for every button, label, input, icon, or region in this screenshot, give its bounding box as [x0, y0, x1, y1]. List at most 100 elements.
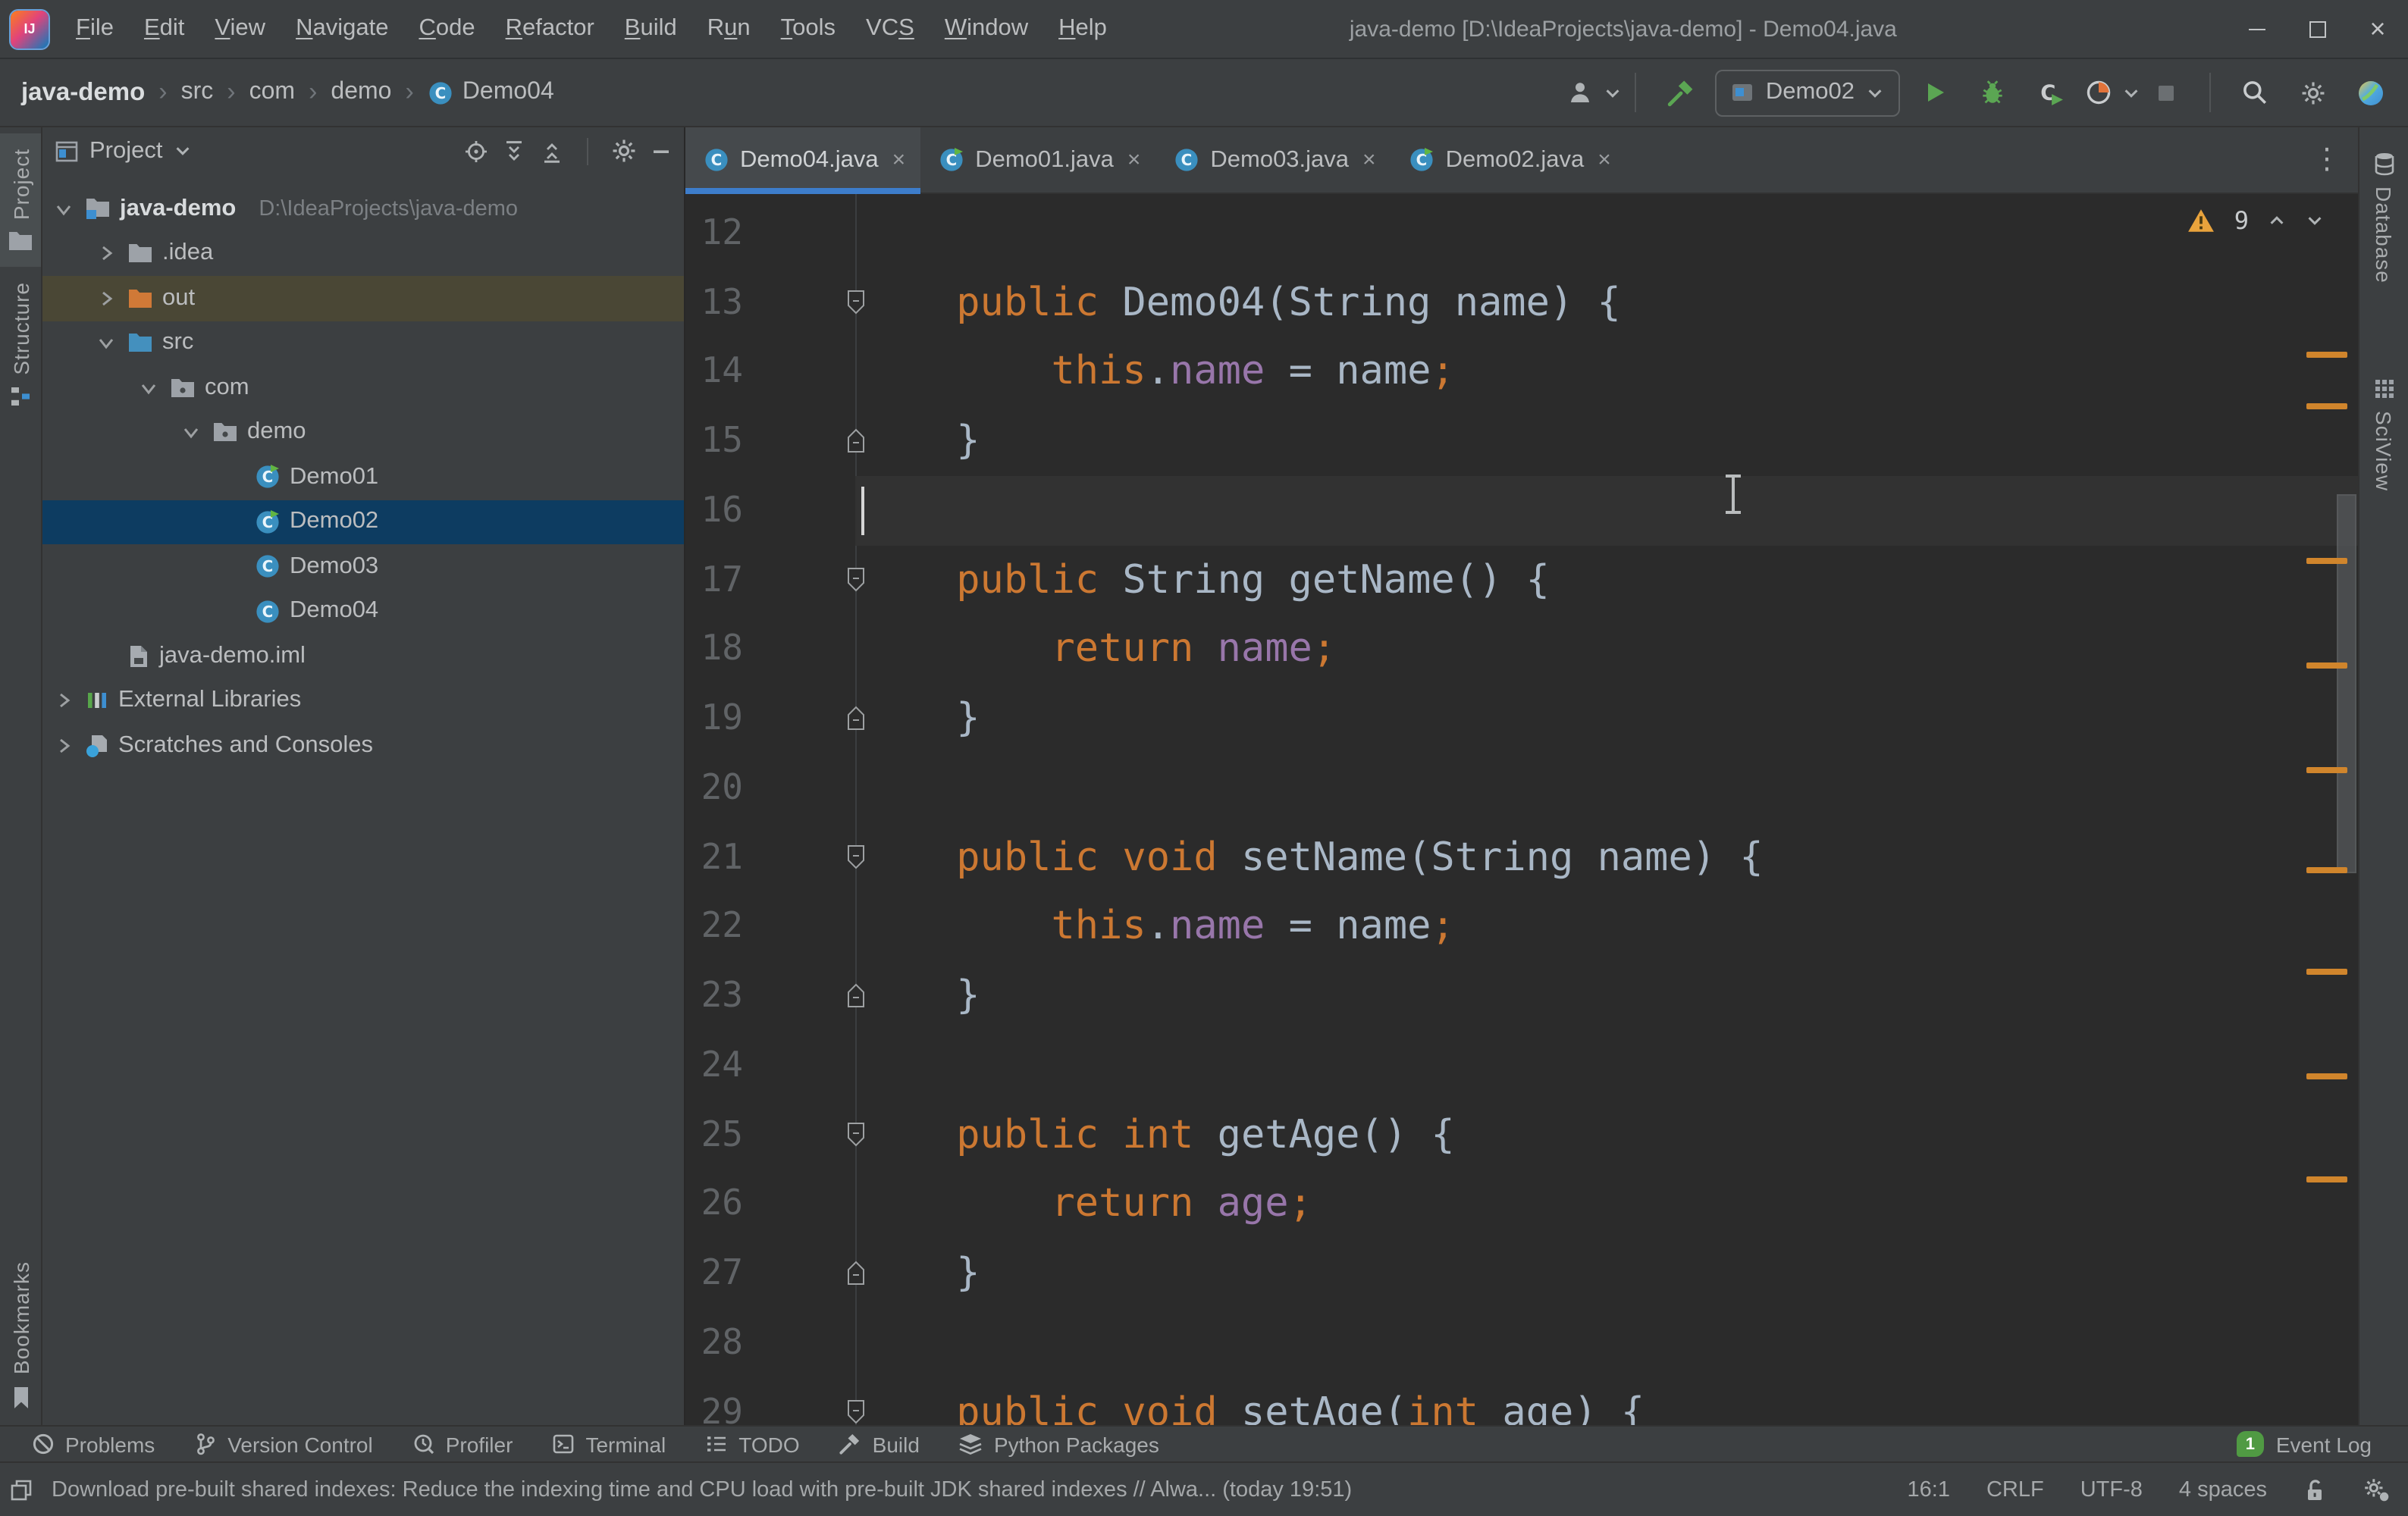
tree-item-demo[interactable]: demo [42, 410, 684, 455]
tree-item-demo04[interactable]: CDemo04 [42, 589, 684, 634]
status-message[interactable]: Download pre-built shared indexes: Reduc… [52, 1477, 1352, 1502]
lock-open-icon[interactable] [2303, 1477, 2326, 1502]
menu-view[interactable]: View [199, 8, 281, 50]
code-text[interactable]: public void setName(String name) { [855, 823, 2358, 893]
gutter-fold-column[interactable] [743, 823, 855, 893]
menu-refactor[interactable]: Refactor [491, 8, 610, 50]
tree-item-external-libraries[interactable]: External Libraries [42, 678, 684, 723]
code-text[interactable]: return age; [855, 1170, 2358, 1239]
search-everywhere-button[interactable] [2232, 70, 2278, 115]
fold-end-icon[interactable] [846, 696, 866, 741]
indexing-settings-icon[interactable] [2363, 1477, 2390, 1502]
fold-start-icon[interactable] [846, 835, 866, 880]
toolwindow-python-packages[interactable]: Python Packages [939, 1427, 1179, 1461]
run-button[interactable] [1912, 70, 1958, 115]
tree-chevron-icon[interactable] [52, 692, 76, 710]
coverage-button[interactable]: C [2027, 70, 2073, 115]
tree-item-java-demo[interactable]: java-demoD:\IdeaProjects\java-demo [42, 186, 684, 231]
close-tab-icon[interactable]: × [892, 147, 906, 173]
fold-start-icon[interactable] [846, 557, 866, 603]
previous-problem-icon[interactable] [2267, 211, 2287, 230]
tree-item-demo03[interactable]: CDemo03 [42, 544, 684, 589]
indent-style[interactable]: 4 spaces [2179, 1477, 2267, 1502]
stripe-project-button[interactable]: Project [0, 133, 41, 267]
menu-build[interactable]: Build [610, 8, 692, 50]
stripe-structure-button[interactable]: Structure [0, 267, 41, 424]
inspections-widget[interactable]: 9 [2187, 206, 2325, 235]
chevron-down-icon[interactable] [174, 141, 193, 161]
menu-code[interactable]: Code [403, 8, 490, 50]
menu-tools[interactable]: Tools [766, 8, 851, 50]
tree-item-scratches-and-consoles[interactable]: Scratches and Consoles [42, 723, 684, 768]
stripe-bookmarks-button[interactable]: Bookmarks [0, 1247, 41, 1425]
code-editor[interactable]: 1213 public Demo04(String name) {14 this… [685, 194, 2358, 1425]
breadcrumb-item[interactable]: src [175, 76, 220, 109]
code-text[interactable]: } [855, 962, 2358, 1032]
close-button[interactable]: × [2347, 0, 2408, 58]
encoding[interactable]: UTF-8 [2080, 1477, 2143, 1502]
fold-end-icon[interactable] [846, 418, 866, 464]
breadcrumb-item[interactable]: com [243, 76, 301, 109]
gutter-fold-column[interactable] [743, 1239, 855, 1309]
expand-all-icon[interactable] [502, 139, 526, 163]
gutter-fold-column[interactable] [743, 684, 855, 754]
tab-demo04-java[interactable]: CDemo04.java× [685, 127, 920, 193]
gutter-fold-column[interactable] [743, 407, 855, 477]
close-tab-icon[interactable]: × [1597, 147, 1611, 173]
breadcrumb-item[interactable]: demo [325, 76, 397, 109]
menu-window[interactable]: Window [930, 8, 1043, 50]
code-text[interactable] [855, 476, 2358, 546]
gutter-fold-column[interactable] [743, 268, 855, 338]
close-tab-icon[interactable]: × [1127, 147, 1141, 173]
stripe-database-button[interactable]: Database [2359, 136, 2408, 299]
next-problem-icon[interactable] [2305, 211, 2325, 230]
toolwindow-terminal[interactable]: Terminal [532, 1427, 685, 1461]
tree-item-src[interactable]: src [42, 321, 684, 365]
menu-file[interactable]: File [61, 8, 129, 50]
tree-chevron-icon[interactable] [94, 245, 118, 263]
menu-help[interactable]: Help [1043, 8, 1122, 50]
tree-chevron-icon[interactable] [179, 424, 203, 442]
code-text[interactable] [855, 1308, 2358, 1378]
toolwindow-version-control[interactable]: Version Control [174, 1427, 392, 1461]
breadcrumb-item[interactable]: java-demo [15, 75, 151, 110]
tree-item-demo01[interactable]: CDemo01 [42, 455, 684, 500]
code-text[interactable]: } [855, 407, 2358, 477]
code-text[interactable] [855, 753, 2358, 823]
fold-start-icon[interactable] [846, 1112, 866, 1157]
code-text[interactable]: public Demo04(String name) { [855, 268, 2358, 338]
code-text[interactable]: this.name = name; [855, 337, 2358, 407]
menu-edit[interactable]: Edit [129, 8, 199, 50]
tree-item-demo02[interactable]: CDemo02 [42, 500, 684, 544]
tree-chevron-icon[interactable] [52, 200, 76, 218]
caret-position[interactable]: 16:1 [1908, 1477, 1950, 1502]
hide-panel-icon[interactable] [651, 140, 672, 161]
profiler-button[interactable] [2085, 70, 2131, 115]
menu-navigate[interactable]: Navigate [281, 8, 403, 50]
code-text[interactable]: } [855, 1239, 2358, 1309]
tree-chevron-icon[interactable] [94, 290, 118, 308]
line-ending[interactable]: CRLF [1986, 1477, 2044, 1502]
tab-demo01-java[interactable]: CDemo01.java× [920, 127, 1155, 193]
scrollbar-thumb[interactable] [2337, 494, 2356, 873]
code-text[interactable]: public String getName() { [855, 546, 2358, 615]
maximize-button[interactable] [2287, 0, 2347, 58]
fold-start-icon[interactable] [846, 280, 866, 325]
select-opened-file-icon[interactable] [464, 139, 488, 163]
gutter-fold-column[interactable] [743, 1101, 855, 1170]
tree-chevron-icon[interactable] [52, 737, 76, 755]
tree-item-java-demo-iml[interactable]: java-demo.iml [42, 634, 684, 678]
code-text[interactable] [855, 199, 2358, 268]
fold-end-icon[interactable] [846, 1251, 866, 1296]
tab-demo03-java[interactable]: CDemo03.java× [1155, 127, 1391, 193]
fold-end-icon[interactable] [846, 973, 866, 1019]
minimize-button[interactable] [2226, 0, 2287, 58]
code-text[interactable] [855, 1031, 2358, 1101]
code-text[interactable]: return name; [855, 615, 2358, 684]
event-log-button[interactable]: 1 Event Log [2237, 1431, 2396, 1457]
tree-chevron-icon[interactable] [136, 379, 161, 397]
menu-vcs[interactable]: VCS [851, 8, 930, 50]
gear-icon[interactable] [611, 138, 637, 164]
run-configuration-select[interactable]: Demo02 [1716, 69, 1900, 116]
tree-item-out[interactable]: out [42, 276, 684, 321]
